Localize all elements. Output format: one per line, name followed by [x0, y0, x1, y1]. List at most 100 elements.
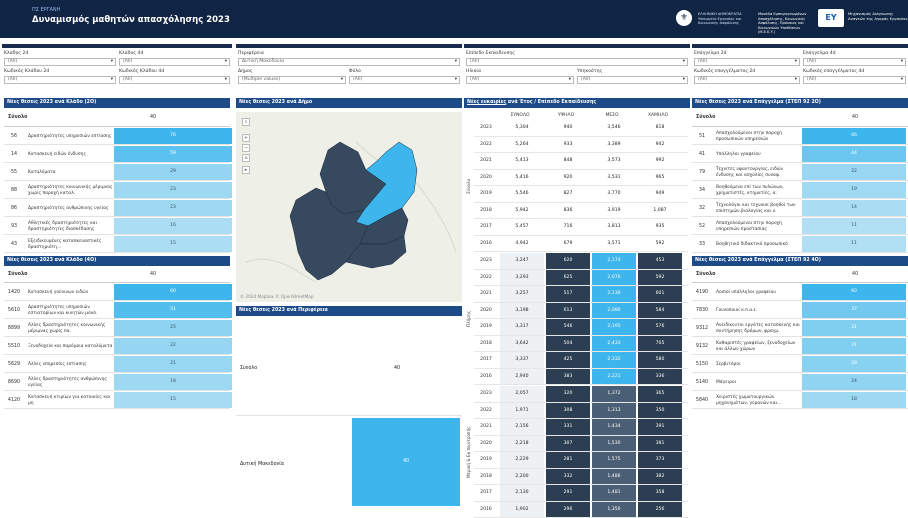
column-divider: [2, 44, 232, 48]
table-row[interactable]: 52Απασχολούμενοι στην παροχή υπηρεσιών π…: [692, 218, 908, 235]
table-row[interactable]: 34Βοηθούμενα επί των πυλώνων, χρηματιστέ…: [692, 182, 908, 199]
table-row[interactable]: 4120Κατασκευή κτιρίων για κατοικίες και …: [4, 392, 230, 409]
row-code: 5629: [6, 356, 22, 373]
table-row[interactable]: 55Καταλύματα29: [4, 164, 230, 181]
table-row[interactable]: 32Τεχνολόγοι και τεχνικοί βοηθοί των επι…: [692, 200, 908, 217]
grid-column-header[interactable]: ΧΑΜΗΛΟ: [638, 113, 678, 118]
filter-kodikos-epag-2d[interactable]: (All)▾: [694, 76, 800, 84]
row-value-cell: 31: [802, 338, 906, 354]
grid-panel-title: Νέες ευκαιρίες ανά Έτος / Επίπεδο Εκπαίδ…: [464, 98, 690, 108]
grid-column-header[interactable]: ΣΥΝΟΛΟ: [500, 113, 540, 118]
map-search-icon[interactable]: ⌕: [242, 118, 250, 126]
grid-cell: 933: [546, 137, 590, 153]
grid-column-header[interactable]: ΜΕΣΟ: [592, 113, 632, 118]
table-row[interactable]: 5150Σερβιτόροι28: [692, 356, 908, 373]
table-row[interactable]: 7830Γουνοποιοί κ.π.α.ε.37: [692, 302, 908, 319]
panel-title: Νέες θέσεις 2023 ανά Κλάδο (4Ο): [4, 256, 230, 266]
table-row[interactable]: 41Υπάλληλοι γραφείου44: [692, 146, 908, 163]
table-row[interactable]: 14Κατασκευή ειδών ένδυσης59: [4, 146, 230, 163]
table-row[interactable]: 43Εξειδικευμένες κατασκευαστικές δραστηρ…: [4, 236, 230, 253]
row-name: Υπάλληλοι γραφείου: [716, 147, 802, 162]
filter-kodikos-kladou-2d[interactable]: (All)▾: [4, 76, 116, 84]
grid-cell: 358: [638, 485, 682, 501]
row-code: 14: [6, 146, 22, 163]
filter-epaggelma-4d[interactable]: (All)▾: [803, 58, 906, 66]
table-row[interactable]: 5140Μάγειροι24: [692, 374, 908, 391]
row-value-cell: 60: [114, 284, 232, 300]
table-row[interactable]: 8899Άλλες δραστηριότητες κοινωνικής μέρι…: [4, 320, 230, 337]
filter-epaggelma-2d[interactable]: (All)▾: [694, 58, 800, 66]
grid-cell: 2,195: [592, 319, 636, 335]
table-row[interactable]: 88Δραστηριότητες κοινωνικής μέριμνας χωρ…: [4, 182, 230, 199]
table-row[interactable]: 51Απασχολούμενοι στην παροχή προσωπικών …: [692, 128, 908, 145]
filter-ilikia[interactable]: (All)▾: [466, 76, 574, 84]
row-code: 32: [694, 200, 710, 217]
municipality-map[interactable]: [236, 112, 462, 302]
row-code: 88: [6, 182, 22, 199]
grid-cell: 332: [546, 469, 590, 485]
table-row[interactable]: 5610Δραστηριότητες υπηρεσιών εστιατορίων…: [4, 302, 230, 319]
zoom-in-icon[interactable]: +: [242, 134, 250, 142]
divider: [692, 282, 908, 283]
expand-arrow-icon[interactable]: ▸: [242, 166, 250, 174]
grid-title-link[interactable]: Νέες ευκαιρίες: [467, 100, 506, 105]
row-name: Λοιποί υπάλληλοι γραφείου: [716, 285, 802, 300]
row-name: Δραστηριότητες υπηρεσιών εστίασης: [28, 129, 114, 144]
grid-cell: 576: [638, 319, 682, 335]
table-row[interactable]: 56Δραστηριότητες υπηρεσιών εστίασης76: [4, 128, 230, 145]
panel-title: Νέες θέσεις 2023 ανά Περιφέρεια: [236, 306, 462, 316]
filter-ekpaideusi[interactable]: (All)▾: [466, 58, 688, 66]
panel-title: Νέες θέσεις 2023 ανά Κλάδο (2Ο): [4, 98, 230, 108]
grid-cell: 1,350: [592, 502, 636, 518]
table-row[interactable]: 9312Ανειδίκευτοι εργάτες κατασκευής και …: [692, 320, 908, 337]
grid-year: 2021: [474, 286, 498, 302]
grid-year: 2023: [474, 386, 498, 402]
grid-cell: 1,313: [592, 403, 636, 419]
grid-year: 2017: [474, 485, 498, 501]
grid-cell: 3,919: [592, 203, 636, 219]
grid-cell: 2,139: [592, 286, 636, 302]
filter-kodikos-kladou-4d[interactable]: (All)▾: [119, 76, 230, 84]
total-label: Σύνολο: [696, 115, 715, 120]
row-name: Γουνοποιοί κ.π.α.ε.: [716, 303, 802, 318]
table-row[interactable]: 8690Άλλες δραστηριότητες ανθρώπινης υγεί…: [4, 374, 230, 391]
grid-cell: 613: [546, 303, 590, 319]
chevron-down-icon: ▾: [111, 77, 113, 83]
filter-kodikos-epag-4d[interactable]: (All)▾: [803, 76, 906, 84]
table-row[interactable]: 1420Κατασκευή γούνινων ειδών60: [4, 284, 230, 301]
filter-ypikootita[interactable]: (All)▾: [577, 76, 688, 84]
table-row[interactable]: 93Αθλητικές δραστηριότητες και δραστηριό…: [4, 218, 230, 235]
table-row[interactable]: 9132Καθαριστές γραφείων, ξενοδοχείων και…: [692, 338, 908, 355]
grid-cell: 3,293: [500, 270, 544, 286]
grid-cell: 291: [546, 485, 590, 501]
chevron-down-icon: ▾: [901, 59, 903, 65]
row-code: 9312: [694, 320, 710, 337]
grid-column-header[interactable]: ΥΨΗΛΟ: [546, 113, 586, 118]
map-credit: © 2024 Mapbox © OpenStreetMap: [240, 294, 314, 299]
table-row[interactable]: 5840Χειριστές χωματουργικών μηχανημάτων,…: [692, 392, 908, 409]
table-row[interactable]: 5629Άλλες υπηρεσίες εστίασης21: [4, 356, 230, 373]
grid-cell: 5,546: [500, 186, 544, 202]
region-row[interactable]: Δυτική Μακεδονία 40: [236, 418, 462, 508]
table-row[interactable]: 79Τεχνίτες υφαντουργίας, ειδών ένδυσης κ…: [692, 164, 908, 181]
row-name: Καθαριστές γραφείων, ξενοδοχείων και άλλ…: [716, 339, 802, 354]
table-row[interactable]: 5510Ξενοδοχεία και παρόμοια καταλύματα22: [4, 338, 230, 355]
grid-cell: 1,971: [500, 403, 544, 419]
table-row[interactable]: 33Βοηθητικό διδακτικό προσωπικό11: [692, 236, 908, 253]
filter-kladoi-4d[interactable]: (All)▾: [119, 58, 230, 66]
home-icon[interactable]: ⌂: [242, 154, 250, 162]
zoom-out-icon[interactable]: −: [242, 144, 250, 152]
column-divider: [236, 44, 462, 48]
grid-year: 2020: [474, 170, 498, 186]
chevron-down-icon: ▾: [225, 77, 227, 83]
table-row[interactable]: 86Δραστηριότητες ανθρώπινης υγείας23: [4, 200, 230, 217]
table-row[interactable]: 4190Λοιποί υπάλληλοι γραφείου60: [692, 284, 908, 301]
grid-year: 2023: [474, 120, 498, 136]
filter-dimos[interactable]: (Multiple values)▾: [238, 76, 346, 84]
filter-fylo[interactable]: (All)▾: [349, 76, 460, 84]
grid-group-label: Σύνολο: [466, 120, 472, 252]
total-value: 40: [150, 115, 156, 120]
filter-perifereia[interactable]: Δυτική Μακεδονία▾: [238, 58, 460, 66]
filter-kladoi-2d[interactable]: (All)▾: [4, 58, 116, 66]
grid-cell: 601: [638, 286, 682, 302]
